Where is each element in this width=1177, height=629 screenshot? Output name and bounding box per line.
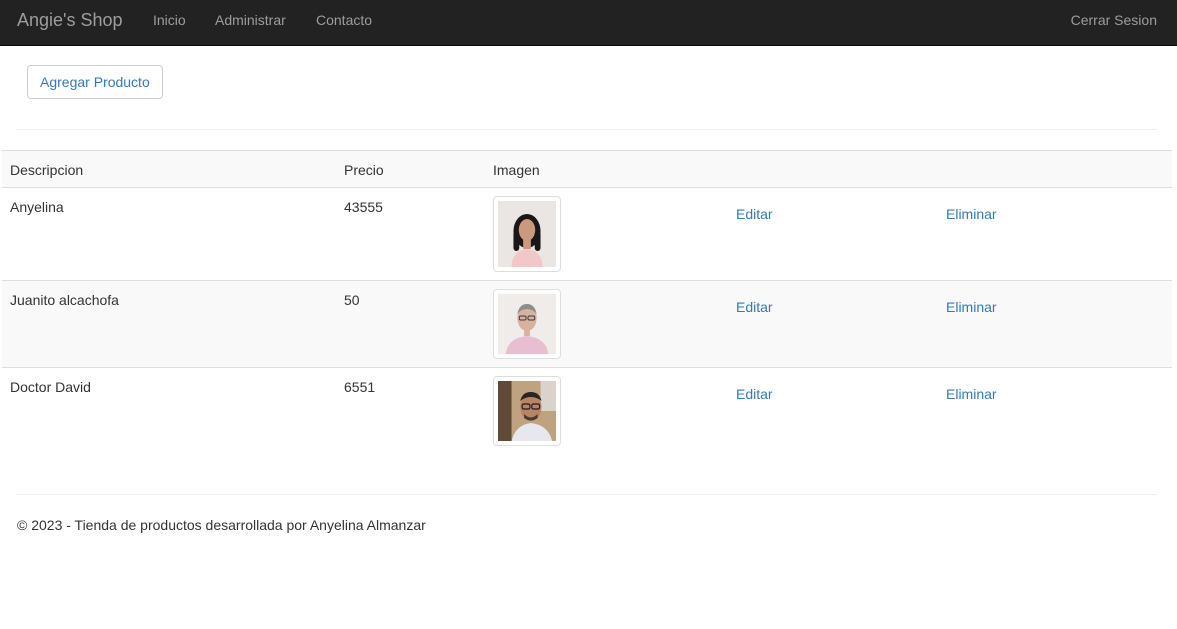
edit-link[interactable]: Editar [736,299,773,315]
table-row: Juanito alcachofa 50 Editar Eliminar [2,281,1172,368]
delete-link[interactable]: Eliminar [946,386,997,402]
delete-link[interactable]: Eliminar [946,206,997,222]
edit-link[interactable]: Editar [736,386,773,402]
nav-link-inicio[interactable]: Inicio [153,12,186,28]
product-price: 50 [344,292,360,308]
table-header: Descripcion Precio Imagen [2,151,1172,188]
logout-link[interactable]: Cerrar Sesion [1071,12,1157,28]
product-thumbnail [493,289,561,359]
products-table: Descripcion Precio Imagen Anyelina 43555… [2,150,1172,454]
divider [16,494,1157,495]
product-price: 43555 [344,199,383,215]
edit-link[interactable]: Editar [736,206,773,222]
product-description: Anyelina [10,199,64,215]
header-descripcion: Descripcion [10,162,84,178]
table-row: Doctor David 6551 Editar Eliminar [2,368,1172,454]
product-description: Doctor David [10,379,91,395]
divider [16,129,1157,130]
product-photo [498,201,556,267]
brand-link[interactable]: Angie's Shop [17,10,123,30]
header-precio: Precio [344,162,384,178]
product-photo [498,294,556,354]
product-photo [498,381,556,441]
product-description: Juanito alcachofa [10,292,119,308]
add-product-button[interactable]: Agregar Producto [27,65,163,99]
product-thumbnail [493,196,561,272]
table-row: Anyelina 43555 Editar Eliminar [2,188,1172,281]
delete-link[interactable]: Eliminar [946,299,997,315]
nav-link-administrar[interactable]: Administrar [215,12,286,28]
header-imagen: Imagen [493,162,540,178]
navbar: Angie's Shop Inicio Administrar Contacto… [0,0,1177,46]
product-price: 6551 [344,379,376,395]
nav-link-contacto[interactable]: Contacto [316,12,372,28]
footer-text: © 2023 - Tienda de productos desarrollad… [17,517,426,533]
product-thumbnail [493,376,561,446]
